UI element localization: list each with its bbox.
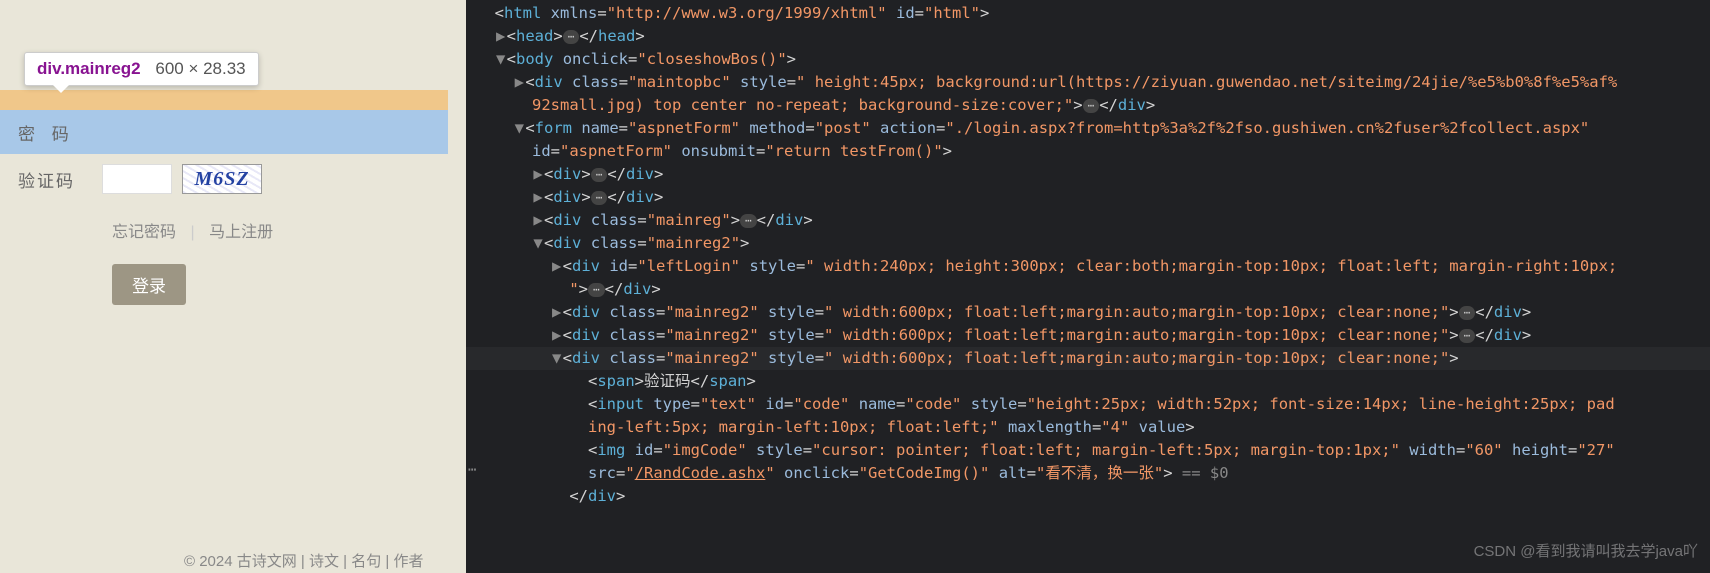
expand-arrow-icon[interactable]: ▶	[495, 25, 507, 48]
ellipsis-icon[interactable]: ⋯	[591, 168, 608, 182]
code-line[interactable]: ▶<div class="mainreg2" style=" width:600…	[466, 324, 1710, 347]
expand-arrow-icon[interactable]: ▶	[551, 255, 563, 278]
expand-arrow-icon[interactable]: ▶	[513, 71, 525, 94]
ellipsis-icon[interactable]: ⋯	[1083, 99, 1100, 113]
code-line[interactable]: id="aspnetForm" onsubmit="return testFro…	[466, 140, 1710, 163]
login-button[interactable]: 登录	[112, 264, 186, 305]
expand-arrow-icon[interactable]: ▶	[532, 186, 544, 209]
inspector-tooltip: div.mainreg2 600 × 28.33	[24, 52, 259, 86]
tooltip-class: .mainreg2	[60, 59, 140, 78]
expand-arrow-icon[interactable]: ▶	[532, 209, 544, 232]
code-line[interactable]: ▶<div class="mainreg">⋯</div>	[466, 209, 1710, 232]
form-preview-pane: div.mainreg2 600 × 28.33 密 码 验证码 M6SZ 忘记…	[0, 0, 466, 573]
captcha-row: 验证码 M6SZ	[18, 164, 262, 194]
gutter-dots-icon[interactable]: ⋯	[466, 459, 476, 482]
tooltip-dimensions: 600 × 28.33	[155, 59, 245, 78]
code-line[interactable]: ▶<div>⋯</div>	[466, 163, 1710, 186]
code-line[interactable]: ▶<div class="maintopbc" style=" height:4…	[466, 71, 1710, 94]
expand-arrow-icon[interactable]: ▶	[532, 163, 544, 186]
code-line[interactable]: <img id="imgCode" style="cursor: pointer…	[466, 439, 1710, 462]
password-row-highlight[interactable]: 密 码	[0, 110, 448, 154]
code-line[interactable]: 92small.jpg) top center no-repeat; backg…	[466, 94, 1710, 117]
links-row: 忘记密码 | 马上注册	[112, 218, 273, 242]
ellipsis-icon[interactable]: ⋯	[588, 283, 605, 297]
code-line[interactable]: src="/RandCode.ashx" onclick="GetCodeImg…	[466, 462, 1710, 485]
code-line[interactable]: ▼<div class="mainreg2">	[466, 232, 1710, 255]
code-line[interactable]: ▼<body onclick="closeshowBos()">	[466, 48, 1710, 71]
orange-divider	[0, 90, 448, 110]
code-line[interactable]: ">⋯</div>	[466, 278, 1710, 301]
ellipsis-icon[interactable]: ⋯	[591, 191, 608, 205]
selected-node-marker: == $0	[1173, 464, 1229, 482]
footer-text: © 2024 古诗文网 | 诗文 | 名句 | 作者	[184, 550, 423, 571]
code-line[interactable]: ▼<form name="aspnetForm" method="post" a…	[466, 117, 1710, 140]
code-line[interactable]: </div>	[466, 485, 1710, 508]
captcha-image[interactable]: M6SZ	[182, 164, 262, 194]
code-line-selected[interactable]: ▼<div class="mainreg2" style=" width:600…	[466, 347, 1710, 370]
ellipsis-icon[interactable]: ⋯	[740, 214, 757, 228]
code-line[interactable]: ▶<head>⋯</head>	[466, 25, 1710, 48]
separator: |	[190, 224, 194, 241]
expand-arrow-icon[interactable]: ▶	[551, 301, 563, 324]
ellipsis-icon[interactable]: ⋯	[563, 30, 580, 44]
code-line[interactable]: ing-left:5px; margin-left:10px; float:le…	[466, 416, 1710, 439]
collapse-arrow-icon[interactable]: ▼	[532, 232, 544, 255]
watermark-text: CSDN @看到我请叫我去学java吖	[1474, 540, 1698, 563]
captcha-label: 验证码	[18, 167, 102, 192]
code-line[interactable]: <span>验证码</span>	[466, 370, 1710, 393]
code-line[interactable]: ▶<div>⋯</div>	[466, 186, 1710, 209]
code-line[interactable]: <input type="text" id="code" name="code"…	[466, 393, 1710, 416]
captcha-input[interactable]	[102, 164, 172, 194]
collapse-arrow-icon[interactable]: ▼	[495, 48, 507, 71]
code-line[interactable]: <html xmlns="http://www.w3.org/1999/xhtm…	[466, 2, 1710, 25]
tooltip-tag: div	[37, 59, 60, 78]
register-link[interactable]: 马上注册	[209, 224, 273, 241]
forgot-password-link[interactable]: 忘记密码	[112, 224, 176, 241]
code-line[interactable]: ▶<div id="leftLogin" style=" width:240px…	[466, 255, 1710, 278]
ellipsis-icon[interactable]: ⋯	[1459, 306, 1476, 320]
devtools-elements-panel[interactable]: <html xmlns="http://www.w3.org/1999/xhtm…	[466, 0, 1710, 573]
code-line[interactable]: ▶<div class="mainreg2" style=" width:600…	[466, 301, 1710, 324]
ellipsis-icon[interactable]: ⋯	[1459, 329, 1476, 343]
collapse-arrow-icon[interactable]: ▼	[513, 117, 525, 140]
expand-arrow-icon[interactable]: ▶	[551, 324, 563, 347]
collapse-arrow-icon[interactable]: ▼	[551, 347, 563, 370]
password-label: 密 码	[18, 120, 75, 145]
